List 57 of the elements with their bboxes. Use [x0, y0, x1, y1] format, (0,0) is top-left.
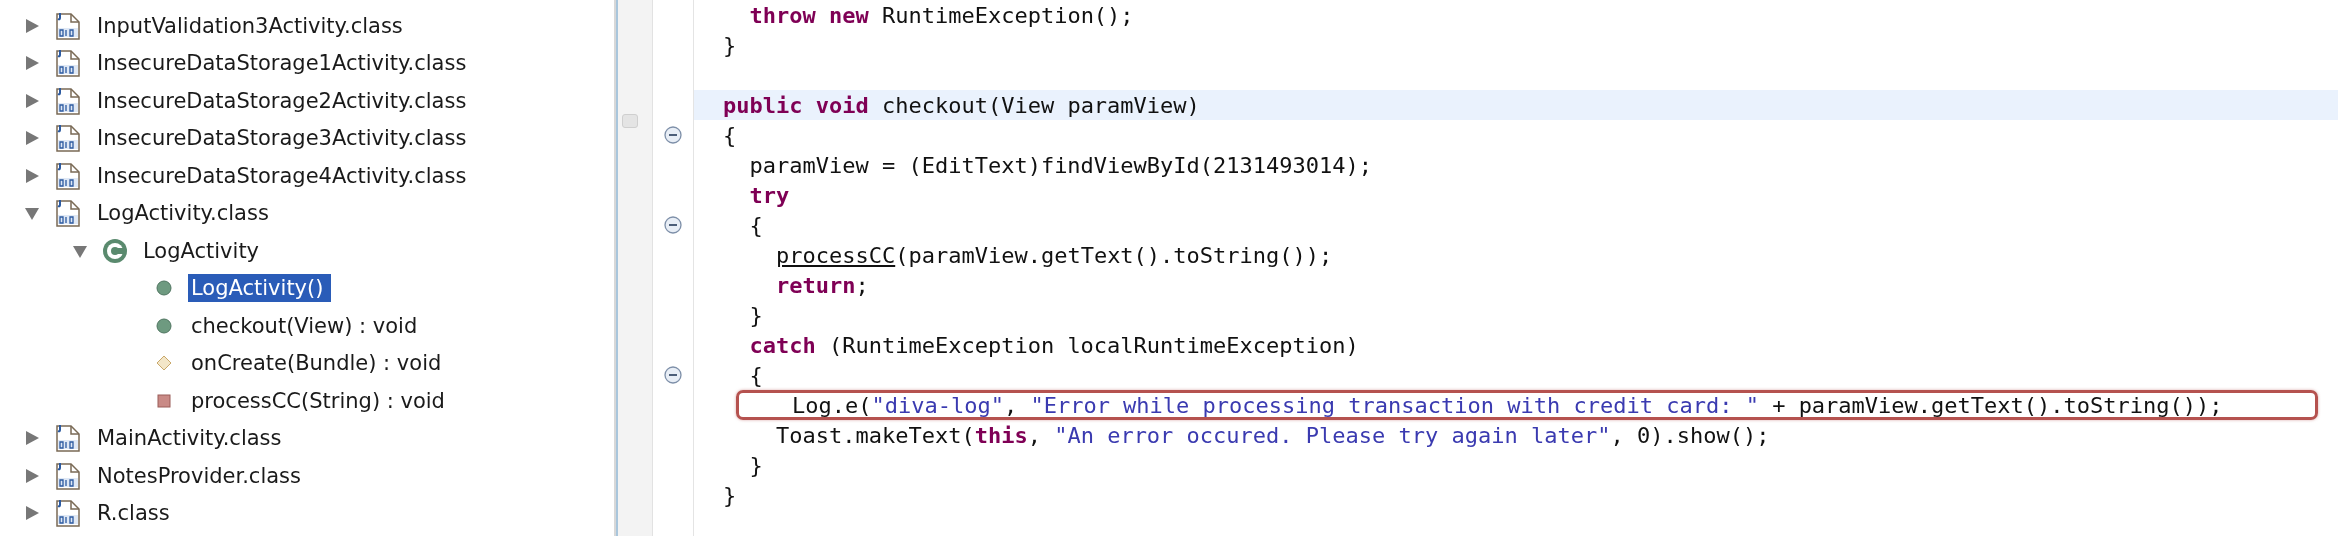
collapse-icon[interactable]: [664, 126, 682, 144]
expand-arrow-icon[interactable]: [24, 505, 40, 522]
tree-item[interactable]: checkout(View) : void: [188, 311, 426, 340]
tree-item[interactable]: processCC(String) : void: [188, 386, 453, 415]
tree-item[interactable]: InsecureDataStorage3Activity.class: [94, 124, 475, 153]
class-icon: [102, 237, 128, 264]
code-line: Toast.makeText(this, "An error occured. Please try again later", 0).show();: [774, 422, 1770, 448]
expand-arrow-icon[interactable]: [24, 130, 40, 147]
tree-item[interactable]: InsecureDataStorage2Activity.class: [94, 86, 475, 115]
expand-arrow-icon[interactable]: [24, 167, 40, 184]
expand-arrow-icon[interactable]: [24, 467, 40, 484]
code-line: Log.e("diva-log", "Error while processing transaction with credit card: " + paramView.getText().toString());: [790, 392, 2223, 418]
private-method-icon: [156, 392, 172, 409]
collapse-icon[interactable]: [664, 216, 682, 234]
expand-arrow-icon[interactable]: [24, 430, 40, 447]
tree-item[interactable]: LogActivity(): [188, 274, 332, 303]
class-file-icon: [54, 198, 82, 229]
class-file-icon: [54, 160, 82, 191]
expand-arrow-icon[interactable]: [24, 92, 40, 109]
tree-item[interactable]: InsecureDataStorage1Activity.class: [94, 49, 475, 78]
expand-arrow-icon[interactable]: [24, 55, 40, 72]
class-file-icon: [54, 10, 82, 41]
code-line: catch (RuntimeException localRuntimeException): [748, 332, 1359, 358]
tree-item[interactable]: LogActivity.class: [94, 199, 277, 228]
public-method-icon: [156, 317, 172, 334]
code-line: return;: [774, 272, 869, 298]
code-line: {: [748, 212, 763, 238]
code-line: throw new RuntimeException();: [748, 2, 1134, 28]
code-line: try: [748, 182, 790, 208]
tree-item[interactable]: MainActivity.class: [94, 424, 290, 453]
protected-method-icon: [156, 355, 172, 372]
tree-item[interactable]: LogActivity: [140, 236, 268, 265]
collapse-arrow-icon[interactable]: [24, 205, 40, 222]
tree-item[interactable]: onCreate(Bundle) : void: [188, 349, 450, 378]
tree-item[interactable]: R.class: [94, 499, 178, 528]
class-file-icon: [54, 123, 82, 154]
tree-item[interactable]: NotesProvider.class: [94, 461, 309, 490]
overview-marker-icon: [622, 114, 638, 128]
class-file-icon: [54, 48, 82, 79]
code-line: processCC(paramView.getText().toString());: [775, 242, 1333, 268]
collapse-icon[interactable]: [664, 366, 682, 384]
code-line: paramView = (EditText)findViewById(2131493014);: [748, 152, 1372, 178]
class-file-icon: [54, 85, 82, 116]
code-line: {: [723, 122, 737, 148]
code-line: }: [748, 302, 763, 328]
class-file-icon: [54, 460, 82, 491]
code-line: }: [723, 482, 737, 508]
tree-item[interactable]: InputValidation3Activity.class: [94, 11, 411, 40]
code-line: }: [748, 452, 763, 478]
class-file-icon: [54, 423, 82, 454]
code-line: }: [723, 32, 737, 58]
code-line: {: [748, 362, 763, 388]
class-file-icon: [54, 498, 82, 529]
tree-item[interactable]: InsecureDataStorage4Activity.class: [94, 161, 475, 190]
expand-arrow-icon[interactable]: [24, 17, 40, 34]
public-method-icon: [156, 280, 172, 297]
code-line: public void checkout(View paramView): [723, 92, 1200, 118]
